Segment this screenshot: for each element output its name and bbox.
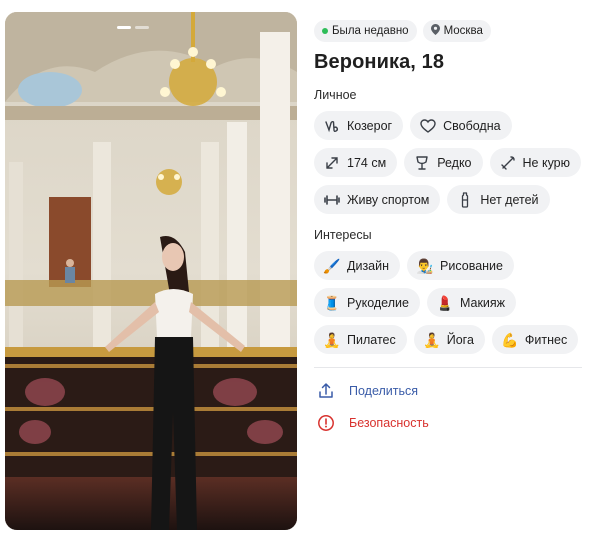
interest-chip-fitness: 💪 Фитнес: [491, 325, 579, 354]
lotus-position-icon: 🧘: [423, 331, 441, 348]
artist-icon: 👨‍🎨: [416, 257, 434, 274]
interest-chip-makeup: 💄 Макияж: [426, 288, 517, 317]
chip-label: Йога: [446, 332, 474, 347]
interests-chips: 🖌️ Дизайн 👨‍🎨 Рисование 🧵 Рукоделие 💄 Ма…: [314, 251, 590, 354]
chip-label: Рисование: [440, 258, 503, 273]
no-smoking-icon: [499, 154, 517, 172]
chip-label: Свободна: [443, 118, 501, 133]
personal-chip-alcohol: Редко: [404, 148, 483, 177]
share-label: Поделиться: [349, 384, 419, 398]
personal-chip-children: Нет детей: [447, 185, 550, 214]
safety-label: Безопасность: [349, 416, 429, 430]
personal-chips: Козерог Свободна 174 см Редко Не курю Жи…: [314, 111, 590, 214]
interests-section-title: Интересы: [314, 228, 372, 242]
personal-chip-relationship: Свободна: [410, 111, 512, 140]
location-pin-icon: [430, 24, 440, 38]
chip-label: Козерог: [347, 118, 393, 133]
flexed-biceps-icon: 💪: [501, 331, 519, 348]
photo-pager: [117, 26, 149, 29]
glass-icon: [413, 154, 431, 172]
lipstick-icon: 💄: [436, 294, 454, 311]
personal-chip-height: 174 см: [314, 148, 398, 177]
profile-info-panel: Была недавно Москва Вероника, 18 Личное …: [314, 20, 590, 432]
interest-chip-handicraft: 🧵 Рукоделие: [314, 288, 420, 317]
interest-chip-drawing: 👨‍🎨 Рисование: [407, 251, 514, 280]
city-text: Москва: [443, 25, 483, 37]
lotus-position-icon: 🧘: [323, 331, 341, 348]
interest-chip-yoga: 🧘 Йога: [413, 325, 485, 354]
heart-icon: [419, 117, 437, 135]
baby-bottle-icon: [456, 191, 474, 209]
interest-chip-pilates: 🧘 Пилатес: [314, 325, 407, 354]
share-icon: [317, 382, 335, 400]
chip-label: Не курю: [522, 155, 571, 170]
personal-chip-zodiac: Козерог: [314, 111, 404, 140]
height-icon: [323, 154, 341, 172]
city-badge: Москва: [422, 20, 491, 42]
chip-label: Рукоделие: [347, 295, 409, 310]
online-status-text: Была недавно: [332, 25, 409, 37]
pager-dot[interactable]: [135, 26, 149, 29]
personal-chip-sport: Живу спортом: [314, 185, 441, 214]
capricorn-icon: [323, 117, 341, 135]
photo-image: [5, 12, 297, 530]
share-button[interactable]: Поделиться: [314, 382, 590, 400]
chip-label: Фитнес: [524, 332, 568, 347]
status-row: Была недавно Москва: [314, 20, 590, 42]
profile-photo[interactable]: [5, 12, 297, 530]
personal-section-title: Личное: [314, 88, 357, 102]
online-status-badge: Была недавно: [314, 20, 417, 42]
personal-chip-smoking: Не курю: [489, 148, 582, 177]
chip-label: Пилатес: [347, 332, 396, 347]
chip-label: Редко: [437, 155, 472, 170]
divider: [314, 367, 582, 368]
dumbbell-icon: [323, 191, 341, 209]
chip-label: Макияж: [459, 295, 506, 310]
online-dot-icon: [322, 28, 328, 34]
chip-label: Живу спортом: [347, 192, 430, 207]
profile-name-age: Вероника, 18: [314, 51, 445, 73]
warning-icon: [317, 414, 335, 432]
pager-dot-active[interactable]: [117, 26, 131, 29]
chip-label: 174 см: [347, 155, 387, 170]
thread-icon: 🧵: [323, 294, 341, 311]
brush-icon: 🖌️: [323, 257, 341, 274]
chip-label: Дизайн: [347, 258, 390, 273]
chip-label: Нет детей: [480, 192, 539, 207]
safety-button[interactable]: Безопасность: [314, 414, 590, 432]
interest-chip-design: 🖌️ Дизайн: [314, 251, 401, 280]
